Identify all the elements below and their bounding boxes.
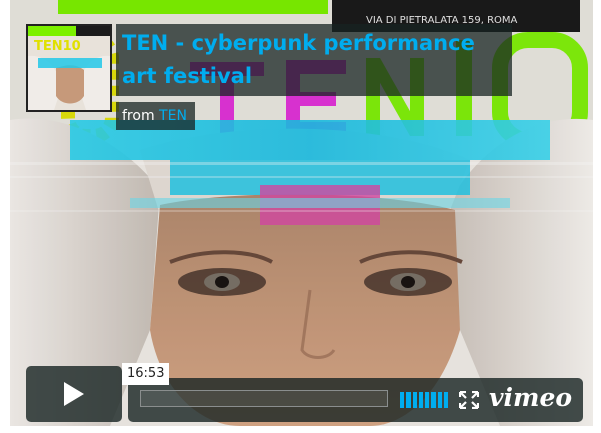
video-player[interactable]: VIA DI PIETRALATA 159, ROMA TEN10 TEN - …	[10, 0, 593, 426]
fullscreen-icon[interactable]	[459, 391, 479, 409]
video-thumbnail[interactable]: TEN10	[26, 24, 112, 112]
byline-from-label: from	[122, 108, 155, 124]
author-link[interactable]: TEN	[159, 108, 187, 124]
play-icon	[64, 382, 84, 406]
duration-badge: 16:53	[122, 363, 170, 385]
progress-bar[interactable]	[140, 390, 388, 407]
byline: from TEN	[116, 102, 195, 130]
volume-icon[interactable]	[400, 392, 448, 408]
play-button[interactable]	[26, 366, 122, 422]
vimeo-logo[interactable]: vimeo	[489, 380, 573, 416]
thumbnail-image: TEN10	[28, 26, 110, 110]
video-title-link[interactable]: TEN - cyberpunk performance art festival	[122, 27, 512, 93]
thumbnail-logo-text: TEN10	[34, 39, 81, 54]
